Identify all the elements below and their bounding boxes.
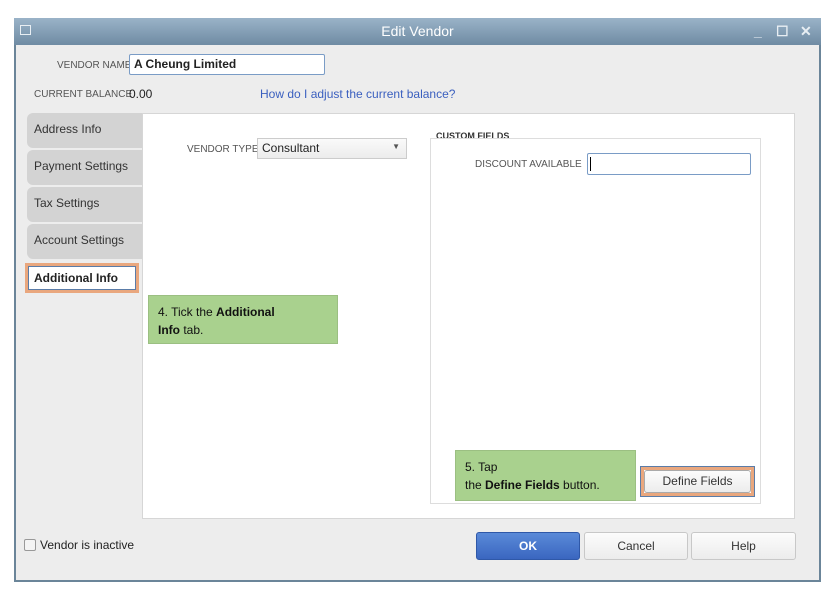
tab-payment-settings[interactable]: Payment Settings [27, 150, 142, 185]
tab-address-info[interactable]: Address Info [27, 113, 142, 148]
callout-text: button. [559, 478, 600, 492]
vendor-type-select[interactable]: Consultant ▼ [257, 138, 407, 159]
define-fields-button[interactable]: Define Fields [644, 470, 751, 493]
current-balance-label: CURRENT BALANCE [34, 89, 133, 100]
tab-additional-info[interactable]: Additional Info [25, 263, 139, 293]
vendor-name-label: VENDOR NAME [57, 60, 132, 71]
vendor-inactive-label: Vendor is inactive [40, 538, 135, 552]
callout-text: 4. Tick the [158, 305, 217, 319]
callout-text: the [465, 478, 486, 492]
callout-bold: Define Fields [485, 478, 560, 492]
title-bar[interactable]: Edit Vendor _ ☐ ✕ [14, 18, 821, 45]
tab-tax-settings[interactable]: Tax Settings [27, 187, 142, 222]
vendor-type-label: VENDOR TYPE [187, 144, 259, 155]
callout-step-5: 5. Tap the Define Fields button. [455, 450, 636, 501]
vendor-type-value: Consultant [262, 141, 320, 155]
maximize-icon[interactable]: ☐ [776, 18, 789, 45]
help-button[interactable]: Help [691, 532, 796, 560]
cancel-button[interactable]: Cancel [584, 532, 688, 560]
callout-step-4: 4. Tick the Additional Info tab. [148, 295, 338, 344]
current-balance-value: 0.00 [129, 87, 153, 101]
callout-bold: Info [158, 323, 180, 337]
close-icon[interactable]: ✕ [800, 18, 812, 45]
callout-bold: Additional [216, 305, 275, 319]
callout-text: tab. [180, 323, 204, 337]
ok-button[interactable]: OK [476, 532, 580, 560]
discount-available-input[interactable] [587, 153, 751, 175]
text-cursor [590, 157, 591, 171]
minimize-icon[interactable]: _ [754, 18, 762, 45]
adjust-balance-link[interactable]: How do I adjust the current balance? [260, 87, 455, 101]
callout-text: 5. Tap [465, 460, 498, 474]
vendor-name-input[interactable]: A Cheung Limited [129, 54, 325, 75]
window-title: Edit Vendor [381, 23, 454, 39]
chevron-down-icon: ▼ [392, 142, 400, 151]
tab-account-settings[interactable]: Account Settings [27, 224, 142, 259]
vendor-inactive-checkbox[interactable] [24, 539, 36, 551]
discount-available-label: DISCOUNT AVAILABLE [475, 159, 582, 170]
system-menu-icon[interactable] [20, 25, 31, 35]
